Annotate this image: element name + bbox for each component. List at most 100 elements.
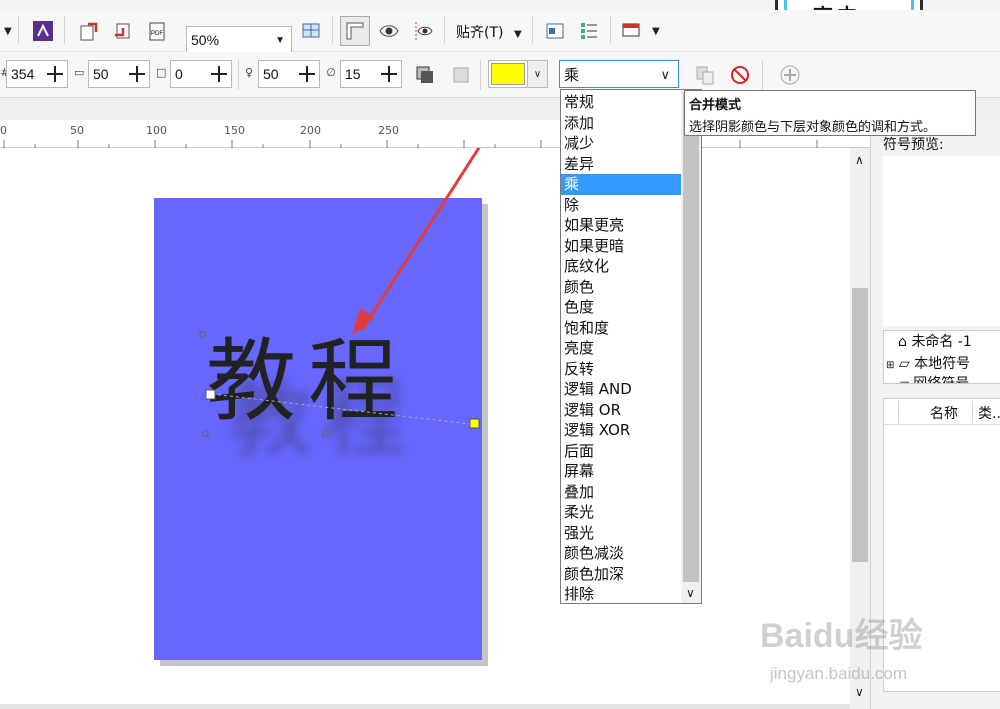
blend-mode-tooltip: 合并模式 选择阴影颜色与下层对象颜色的调和方式。 (684, 90, 976, 136)
plus-icon[interactable] (209, 64, 229, 84)
zoom-select[interactable]: 50% ▼ (186, 26, 292, 54)
chevron-up-icon[interactable]: ∧ (855, 153, 864, 167)
option-invert[interactable]: 反转 (561, 359, 681, 380)
expand-icon[interactable]: ⊞ (886, 360, 894, 371)
tree-item-untitled[interactable]: ⌂ 未命名 -1 (898, 331, 972, 351)
shadow-opacity-field[interactable]: 50 (258, 60, 320, 88)
feather-edges-icon[interactable] (448, 62, 474, 88)
show-grid-icon[interactable] (376, 18, 402, 44)
column-type[interactable]: 类... (978, 403, 1000, 423)
option-divide[interactable]: 除 (561, 195, 681, 216)
plus-icon[interactable] (297, 64, 317, 84)
options-icon[interactable] (576, 18, 602, 44)
snap-to-button[interactable]: 贴齐(T) ▼ (456, 22, 522, 42)
shadow-feather-field[interactable]: 15 (340, 60, 402, 88)
tree-item-network-symbols[interactable]: ▱ 网络符号 (898, 373, 969, 384)
option-logical-or[interactable]: 逻辑 OR (561, 400, 681, 421)
option-if-lighter[interactable]: 如果更亮 (561, 215, 681, 236)
plus-icon[interactable] (379, 64, 399, 84)
export-icon[interactable] (110, 18, 136, 44)
offset-y-icon: ▭ (74, 66, 85, 79)
tree-item-label: 未命名 -1 (911, 334, 972, 350)
option-color-burn[interactable]: 颜色加深 (561, 564, 681, 585)
show-rulers-icon[interactable] (340, 16, 370, 46)
chevron-down-icon[interactable]: ∨ (686, 586, 695, 600)
shadow-angle-field[interactable]: 0 (170, 60, 232, 88)
option-hue[interactable]: 色度 (561, 297, 681, 318)
welcome-screen-icon[interactable] (542, 18, 568, 44)
feather-value: 15 (345, 66, 361, 82)
chevron-down-icon[interactable]: ▼ (4, 26, 12, 37)
shadow-start-handle[interactable] (205, 389, 216, 400)
selection-handle[interactable] (199, 331, 206, 338)
snap-to-label: 贴齐(T) (456, 25, 504, 41)
shadow-color-picker[interactable]: ∨ (488, 60, 548, 88)
option-soft-light[interactable]: 柔光 (561, 502, 681, 523)
scrollbar-thumb[interactable] (683, 92, 699, 582)
ruler-tick-label: 0 (0, 124, 7, 137)
column-divider (972, 401, 973, 423)
option-if-darker[interactable]: 如果更暗 (561, 236, 681, 257)
toolbar-separator (332, 16, 333, 44)
option-behind[interactable]: 后面 (561, 441, 681, 462)
option-normal[interactable]: 常规 (561, 92, 681, 113)
chevron-down-icon[interactable]: ▼ (652, 26, 660, 37)
toolbar-separator (532, 16, 533, 44)
selection-handle[interactable] (322, 430, 329, 437)
dropdown-scrollbar[interactable]: ∨ (681, 90, 701, 603)
chevron-down-icon[interactable]: ∨ (855, 685, 864, 699)
shadow-angle-value: 0 (175, 66, 183, 82)
show-guidelines-icon[interactable] (410, 18, 436, 44)
annotation-arrowhead (352, 308, 374, 336)
add-preset-icon[interactable] (777, 62, 803, 88)
tree-item-local-symbols[interactable]: ⊞ ▱ 本地符号 (886, 353, 970, 373)
column-name[interactable]: 名称 (930, 403, 958, 423)
option-saturation[interactable]: 饱和度 (561, 318, 681, 339)
annotation-arrow-line (360, 148, 481, 331)
option-exclusion[interactable]: 排除 (561, 584, 681, 605)
interactive-overlay (199, 148, 481, 437)
option-logical-xor[interactable]: 逻辑 XOR (561, 420, 681, 441)
shadow-color-swatch (491, 63, 525, 85)
publish-pdf-icon[interactable]: PDF (144, 18, 170, 44)
option-hard-light[interactable]: 强光 (561, 523, 681, 544)
symbol-preview-title: 符号预览: (883, 137, 944, 153)
option-add[interactable]: 添加 (561, 113, 681, 134)
option-subtract[interactable]: 减少 (561, 133, 681, 154)
blend-mode-select[interactable]: 乘 ∨ (559, 60, 679, 88)
baidu-watermark-url: jingyan.baidu.com (770, 664, 908, 683)
scrollbar-thumb[interactable] (852, 288, 868, 562)
option-lightness[interactable]: 亮度 (561, 338, 681, 359)
option-color-dodge[interactable]: 颜色减淡 (561, 543, 681, 564)
application-launcher-icon[interactable] (618, 18, 644, 44)
svg-text:PDF: PDF (151, 31, 163, 37)
launcher-icon[interactable] (30, 18, 56, 44)
option-multiply[interactable]: 乘 (561, 174, 681, 195)
shadow-offset-y-field[interactable]: 50 (88, 60, 150, 88)
tooltip-title: 合并模式 (689, 98, 742, 113)
toolbar-separator (444, 16, 445, 44)
ruler-tick-label: 150 (224, 124, 245, 137)
option-color[interactable]: 颜色 (561, 277, 681, 298)
column-divider (898, 401, 899, 423)
chevron-down-icon: ▼ (513, 29, 522, 40)
copy-shadow-icon[interactable] (692, 62, 718, 88)
option-overlay[interactable]: 叠加 (561, 482, 681, 503)
plus-icon[interactable] (45, 64, 65, 84)
import-icon[interactable] (76, 18, 102, 44)
offset-x-value: 354 (11, 66, 35, 82)
selection-handle[interactable] (202, 430, 209, 437)
clear-shadow-icon[interactable] (727, 62, 753, 88)
full-screen-preview-icon[interactable] (298, 18, 324, 44)
option-logical-and[interactable]: 逻辑 AND (561, 379, 681, 400)
shadow-end-handle[interactable] (469, 418, 480, 429)
folder-icon: ▱ (898, 356, 910, 372)
option-texturize[interactable]: 底纹化 (561, 256, 681, 277)
option-difference[interactable]: 差异 (561, 154, 681, 175)
feather-direction-icon[interactable] (412, 62, 438, 88)
toolbar-separator (238, 60, 239, 90)
shadow-offset-x-field[interactable]: 354 (6, 60, 68, 88)
folder-icon: ▱ (898, 376, 909, 384)
option-screen[interactable]: 屏幕 (561, 461, 681, 482)
plus-icon[interactable] (127, 64, 147, 84)
